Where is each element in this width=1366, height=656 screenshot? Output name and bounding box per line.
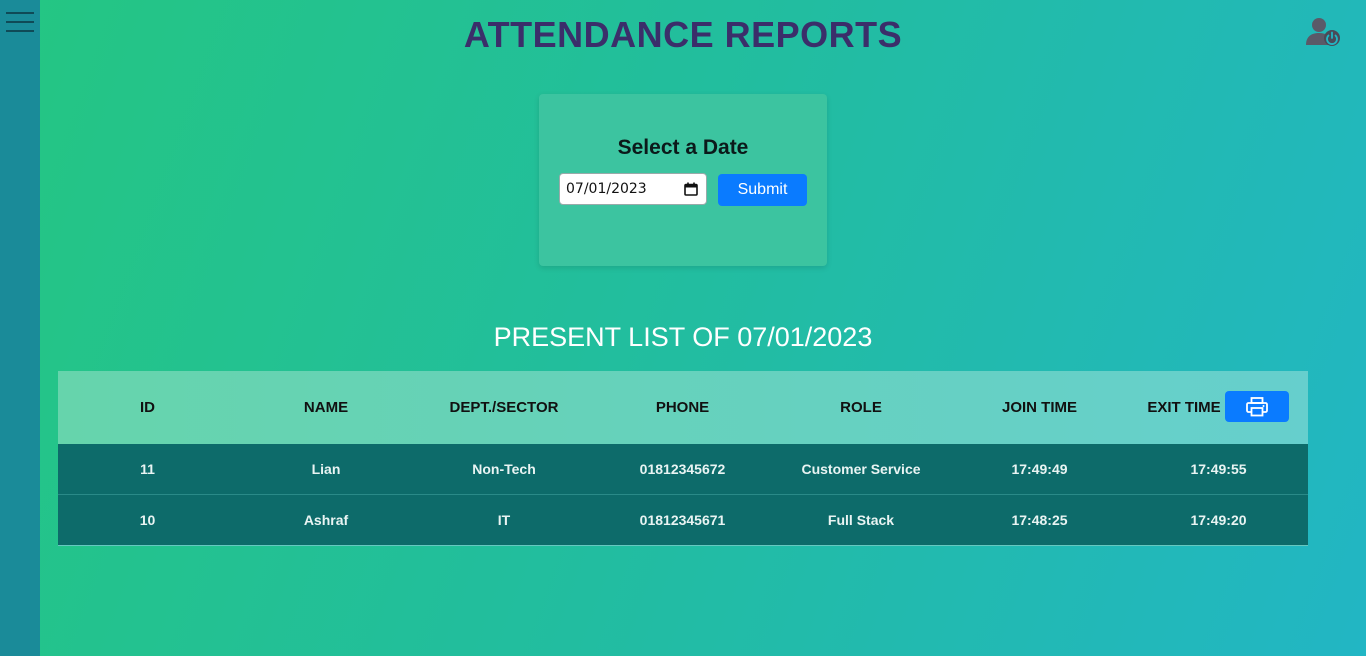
date-input[interactable]: 07/01/2023	[559, 173, 707, 205]
column-header-phone: PHONE	[655, 399, 710, 416]
cell-dept: IT	[497, 512, 511, 528]
print-button[interactable]	[1225, 391, 1289, 422]
cell-role: Customer Service	[801, 461, 921, 477]
column-header-id: ID	[140, 399, 155, 416]
cell-exit-time: 17:49:55	[1190, 461, 1247, 477]
cell-phone: 01812345671	[639, 512, 726, 528]
cell-name: Ashraf	[303, 512, 349, 528]
cell-id: 10	[139, 512, 156, 528]
present-list-heading: PRESENT LIST OF 07/01/2023	[493, 322, 873, 352]
cell-join-time: 17:49:49	[1011, 461, 1068, 477]
column-header-role: ROLE	[840, 399, 882, 416]
table-header: ID NAME DEPT./SECTOR PHONE ROLE JOIN TIM…	[58, 371, 1308, 444]
calendar-icon[interactable]	[684, 182, 698, 196]
date-input-value: 07/01/2023	[566, 181, 647, 197]
column-header-name: NAME	[303, 399, 349, 416]
cell-dept: Non-Tech	[472, 461, 536, 477]
table-row: 10 Ashraf IT 01812345671 Full Stack 17:4…	[58, 495, 1308, 546]
cell-phone: 01812345672	[639, 461, 726, 477]
table-row: 11 Lian Non-Tech 01812345672 Customer Se…	[58, 444, 1308, 495]
attendance-table: ID NAME DEPT./SECTOR PHONE ROLE JOIN TIM…	[58, 371, 1308, 546]
column-header-exit-time: EXIT TIME	[1147, 399, 1221, 416]
page-title: ATTENDANCE REPORTS	[463, 14, 903, 55]
printer-icon	[1246, 396, 1268, 416]
submit-button[interactable]: Submit	[718, 174, 807, 206]
cell-role: Full Stack	[827, 512, 895, 528]
cell-exit-time: 17:49:20	[1190, 512, 1247, 528]
cell-id: 11	[140, 461, 155, 477]
date-selector-card: Select a Date 07/01/2023 Submit	[539, 94, 827, 266]
cell-name: Lian	[311, 461, 341, 477]
date-selector-heading: Select a Date	[617, 136, 749, 159]
column-header-join-time: JOIN TIME	[1001, 399, 1077, 416]
cell-join-time: 17:48:25	[1011, 512, 1068, 528]
column-header-dept: DEPT./SECTOR	[449, 399, 559, 416]
user-logout-icon[interactable]	[1304, 16, 1342, 48]
